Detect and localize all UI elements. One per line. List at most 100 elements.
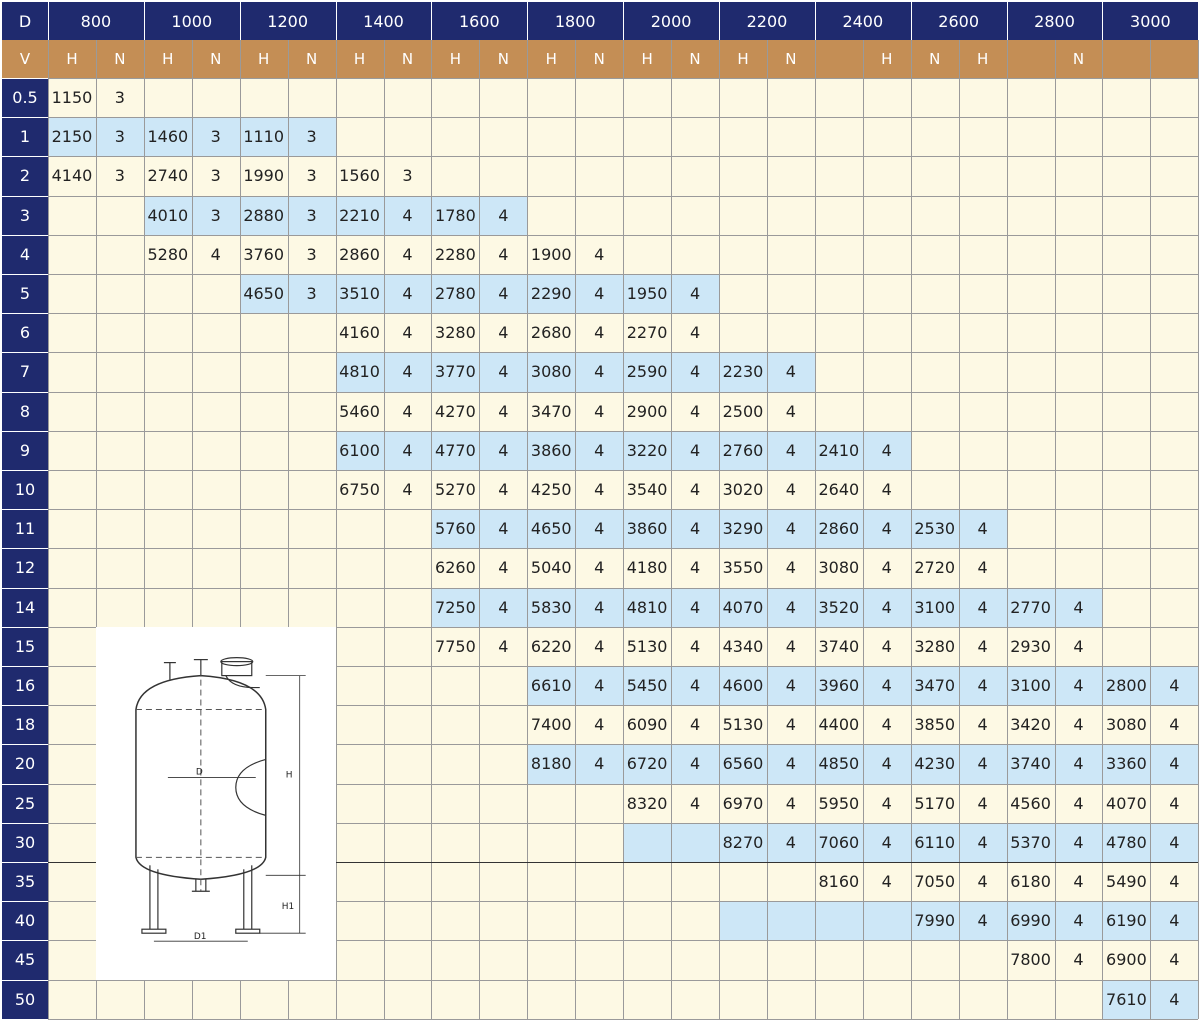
table-cell	[814, 979, 863, 1019]
table-cell: 2900	[623, 391, 672, 431]
table-cell	[1102, 78, 1151, 118]
table-cell: 4	[1054, 901, 1103, 941]
grid-line	[1102, 40, 1104, 1019]
table-cell	[1054, 352, 1103, 392]
table-cell	[383, 979, 432, 1019]
table-cell: 7610	[1102, 979, 1151, 1019]
table-cell	[575, 822, 624, 862]
table-cell: 4	[479, 470, 528, 510]
table-cell	[719, 78, 767, 118]
table-cell	[958, 274, 1007, 314]
volume-label: 14	[2, 587, 48, 627]
table-cell	[287, 313, 336, 353]
table-cell	[671, 195, 719, 235]
table-cell	[431, 940, 480, 980]
table-cell: 3290	[719, 509, 767, 549]
table-cell	[623, 234, 672, 274]
table-cell	[431, 979, 480, 1019]
table-cell	[431, 822, 480, 862]
table-cell: 6260	[431, 548, 480, 588]
table-cell	[1006, 470, 1055, 510]
row-label-divider	[2, 391, 48, 393]
diameter-header: 1200	[239, 2, 336, 40]
table-cell: 3080	[814, 548, 863, 588]
table-cell	[575, 901, 624, 941]
table-cell: 4	[958, 509, 1007, 549]
table-cell	[527, 822, 576, 862]
table-cell	[143, 470, 192, 510]
grid-line	[431, 40, 433, 1019]
table-cell	[958, 391, 1007, 431]
table-cell	[1054, 470, 1103, 510]
table-cell	[383, 822, 432, 862]
table-cell	[48, 587, 96, 627]
table-cell: 4	[671, 626, 719, 666]
table-cell: 2770	[1006, 587, 1055, 627]
table-cell	[143, 78, 192, 118]
table-cell: 1780	[431, 195, 480, 235]
table-cell	[95, 587, 144, 627]
table-cell: 4	[479, 509, 528, 549]
grid-line	[48, 40, 49, 1019]
table-cell	[1054, 548, 1103, 588]
table-cell: 4850	[814, 744, 863, 784]
table-cell	[814, 78, 863, 118]
table-cell: 2720	[910, 548, 959, 588]
volume-label: 11	[2, 509, 48, 549]
table-cell: 4	[383, 313, 432, 353]
table-cell	[910, 156, 959, 196]
table-cell	[1150, 626, 1199, 666]
table-cell: 3	[95, 117, 144, 157]
table-cell	[910, 979, 959, 1019]
subheader-cell: H	[143, 40, 192, 78]
table-cell	[527, 195, 576, 235]
table-cell	[479, 940, 528, 980]
table-cell: 2590	[623, 352, 672, 392]
table-cell	[1006, 234, 1055, 274]
table-cell: 4	[671, 352, 719, 392]
table-cell: 6110	[910, 822, 959, 862]
table-cell	[479, 156, 528, 196]
subheader-cell: H	[335, 40, 384, 78]
table-cell: 4	[1054, 783, 1103, 823]
subheader-cell: N	[766, 40, 815, 78]
table-cell	[862, 901, 911, 941]
table-cell	[48, 666, 96, 706]
table-cell	[1054, 195, 1103, 235]
table-cell	[239, 548, 288, 588]
grid-line	[48, 548, 1199, 550]
table-cell	[671, 822, 719, 862]
table-cell: 4	[862, 744, 911, 784]
table-cell: 3	[287, 234, 336, 274]
grid-line	[48, 979, 1199, 981]
table-cell: 4	[1150, 666, 1199, 706]
table-cell	[814, 352, 863, 392]
grid-line	[1054, 40, 1056, 1019]
table-cell	[239, 430, 288, 470]
table-cell: 8270	[719, 822, 767, 862]
table-cell	[191, 509, 240, 549]
table-cell: 2930	[1006, 626, 1055, 666]
table-cell	[862, 352, 911, 392]
table-cell	[1006, 430, 1055, 470]
label-d: D	[196, 767, 203, 777]
table-cell	[383, 626, 432, 666]
table-cell	[862, 156, 911, 196]
table-cell	[527, 117, 576, 157]
table-cell	[1006, 548, 1055, 588]
grid-line	[1198, 40, 1200, 1019]
table-cell	[431, 901, 480, 941]
table-cell	[287, 352, 336, 392]
table-cell	[48, 901, 96, 941]
table-cell	[48, 430, 96, 470]
table-cell: 4	[766, 352, 815, 392]
table-cell	[143, 352, 192, 392]
table-cell: 5170	[910, 783, 959, 823]
row-label-divider	[2, 430, 48, 432]
table-cell: 4	[862, 587, 911, 627]
table-cell	[335, 587, 384, 627]
table-cell: 3	[191, 195, 240, 235]
subheader-cell: N	[671, 40, 719, 78]
table-cell	[335, 705, 384, 745]
row-label-divider	[2, 822, 48, 824]
